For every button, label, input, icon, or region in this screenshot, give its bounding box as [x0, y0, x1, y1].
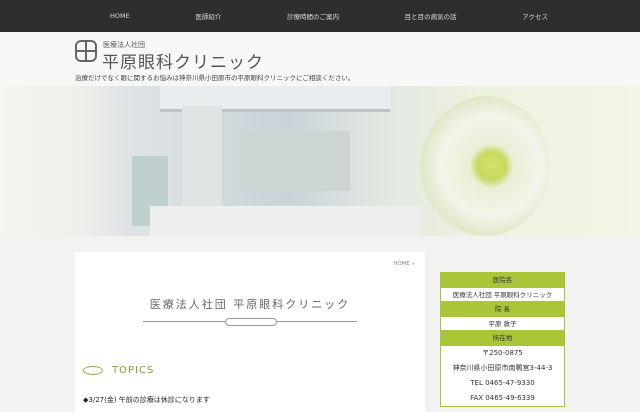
address-label: 所在地 — [441, 331, 564, 346]
leaf-icon — [83, 366, 103, 375]
fax: FAX 0465-49-6339 — [470, 394, 535, 402]
tagline: 治療だけでなく眼に関するお悩みは神奈川県小田原市の平原眼科クリニックにご相談くだ… — [75, 74, 355, 82]
clinic-logo-icon[interactable] — [75, 40, 97, 62]
address: 神奈川県小田原市南鴨宮3-44-3 — [452, 364, 553, 372]
page-title: 医療法人社団 平原眼科クリニック — [149, 298, 351, 311]
news-item: ◆3/27(金) 午前の診療は休診になります — [83, 396, 210, 404]
nav-access[interactable]: アクセス — [522, 11, 548, 21]
main-content: HOME » 医療法人社団 平原眼科クリニック TOPICS ◆3/27(金) … — [75, 252, 425, 412]
breadcrumb[interactable]: HOME » — [393, 261, 415, 267]
clinic-name: 医療法人社団 平原眼科クリニック — [441, 288, 564, 302]
flower-image — [420, 96, 550, 236]
top-nav: HOME 医師紹介 診療時間のご案内 目と目の病気の話 アクセス — [0, 0, 640, 32]
clinic-info-box: 医院名 医療法人社団 平原眼科クリニック 院 長 平原 敦子 所在地 〒250-… — [440, 272, 565, 407]
clinic-title[interactable]: 平原眼科クリニック — [102, 48, 264, 73]
hero-image — [0, 86, 640, 236]
nav-home[interactable]: HOME — [110, 12, 130, 20]
phone[interactable]: TEL 0465-47-9330 — [441, 376, 564, 391]
name-label: 医院名 — [441, 273, 564, 288]
building-wall — [240, 131, 350, 191]
director-label: 院 長 — [441, 302, 564, 317]
postal-code: 〒250-0875 — [482, 349, 523, 357]
director-name: 平原 敦子 — [441, 317, 564, 331]
topics-heading: TOPICS — [112, 365, 155, 376]
entrance-ground — [150, 206, 420, 236]
ornament-divider — [143, 318, 357, 326]
nav-eye-diseases[interactable]: 目と目の病気の話 — [405, 11, 457, 21]
nav-hours[interactable]: 診療時間のご案内 — [287, 11, 339, 21]
nav-doctor[interactable]: 医師紹介 — [195, 11, 221, 21]
